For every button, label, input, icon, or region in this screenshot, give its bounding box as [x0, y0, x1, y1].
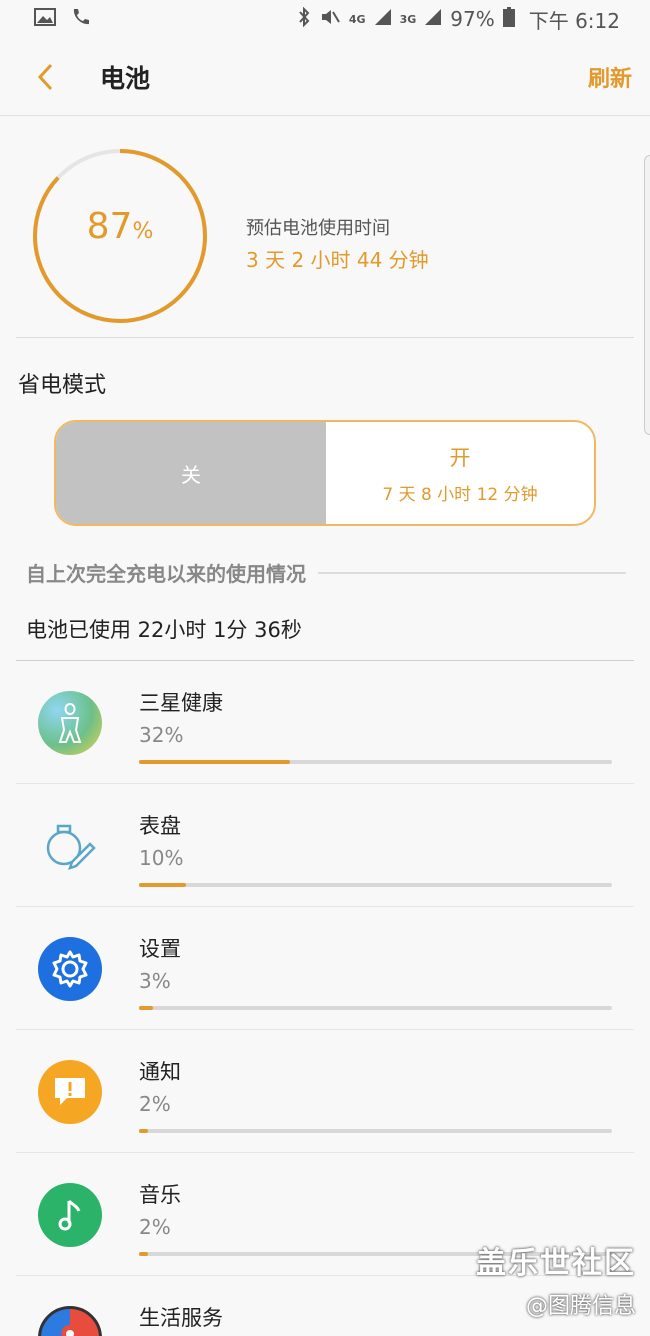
music-icon: [38, 1183, 102, 1247]
app-usage-row[interactable]: 设置 3%: [16, 907, 634, 1030]
signal-4g-icon: 4G: [348, 12, 366, 26]
watch-face-icon: [38, 814, 102, 878]
mute-icon: [319, 7, 341, 32]
power-saving-title: 省电模式: [18, 373, 107, 398]
usage-section-header: 自上次完全充电以来的使用情况: [26, 558, 626, 587]
battery-percent-text: 97%: [450, 7, 495, 31]
app-usage-row[interactable]: 三星健康 32%: [16, 661, 634, 784]
app-name: 生活服务: [139, 1306, 223, 1330]
app-name: 设置: [139, 937, 181, 961]
power-saving-off-option[interactable]: 关: [56, 422, 326, 524]
watermark-line-2: @图腾信息: [525, 1294, 636, 1319]
app-usage-list: 三星健康 32% 表盘 10% 设置 3% 通知 2% 音乐 2% 生活服务: [0, 661, 650, 1336]
usage-bar-track: [139, 1006, 612, 1010]
power-saving-on-label: 开: [449, 445, 471, 470]
divider: [16, 337, 634, 338]
app-name: 表盘: [139, 814, 181, 838]
usage-bar-fill: [139, 1252, 149, 1256]
life-service-icon: [38, 1306, 102, 1336]
usage-bar-track: [139, 883, 612, 887]
signal-bars-2-icon: [424, 7, 442, 31]
usage-bar-fill: [139, 1129, 149, 1133]
scrollbar[interactable]: [644, 155, 650, 435]
app-percent: 2%: [139, 1215, 171, 1239]
battery-level-unit: %: [132, 219, 154, 244]
refresh-button[interactable]: 刷新: [588, 61, 632, 93]
settings-gear-icon: [38, 937, 102, 1001]
status-bar: 4G 3G 97% 下午 6:12: [0, 0, 650, 38]
usage-section-title: 自上次完全充电以来的使用情况: [26, 562, 306, 586]
app-usage-row[interactable]: 通知 2%: [16, 1030, 634, 1153]
app-name: 音乐: [139, 1183, 181, 1207]
call-icon: [70, 7, 92, 32]
app-percent: 10%: [139, 846, 184, 870]
signal-bars-icon: [374, 7, 392, 31]
battery-level-value: 87: [86, 206, 133, 247]
usage-bar-fill: [139, 1006, 154, 1010]
battery-used-time: 电池已使用 22小时 1分 36秒: [26, 618, 302, 642]
battery-icon: [502, 6, 515, 32]
page-title: 电池: [100, 63, 151, 93]
back-arrow-icon: [37, 63, 53, 90]
back-button[interactable]: [0, 38, 90, 116]
power-saving-off-label: 关: [181, 462, 201, 487]
bluetooth-icon: [297, 6, 311, 32]
power-saving-toggle: 关 开 7 天 8 小时 12 分钟: [54, 420, 596, 526]
battery-level-text: 87%: [30, 206, 210, 247]
samsung-health-icon: [38, 691, 102, 755]
app-usage-row[interactable]: 表盘 10%: [16, 784, 634, 907]
app-percent: 2%: [139, 1092, 171, 1116]
app-percent: 3%: [139, 969, 171, 993]
gallery-icon: [34, 7, 56, 31]
app-bar: 电池 刷新: [0, 38, 650, 116]
battery-summary: 87% 预估电池使用时间 3 天 2 小时 44 分钟: [0, 116, 650, 338]
app-percent: 32%: [139, 723, 184, 747]
usage-bar-track: [139, 760, 612, 764]
app-name: 通知: [139, 1060, 181, 1084]
signal-3g-icon: 3G: [399, 12, 417, 26]
clock: 下午 6:12: [528, 8, 620, 33]
watermark: 盖乐世社区 @图腾信息: [476, 1238, 636, 1320]
usage-bar-fill: [139, 883, 187, 887]
power-saving-on-option[interactable]: 开 7 天 8 小时 12 分钟: [326, 422, 594, 524]
header-line: [318, 571, 626, 574]
power-saving-on-estimate: 7 天 8 小时 12 分钟: [382, 484, 538, 505]
watermark-line-1: 盖乐世社区: [476, 1246, 636, 1281]
usage-bar-track: [139, 1129, 612, 1133]
estimate-value: 3 天 2 小时 44 分钟: [246, 248, 429, 272]
estimate-label: 预估电池使用时间: [246, 218, 390, 239]
notification-icon: [38, 1060, 102, 1124]
app-name: 三星健康: [139, 691, 223, 715]
usage-bar-fill: [139, 760, 291, 764]
